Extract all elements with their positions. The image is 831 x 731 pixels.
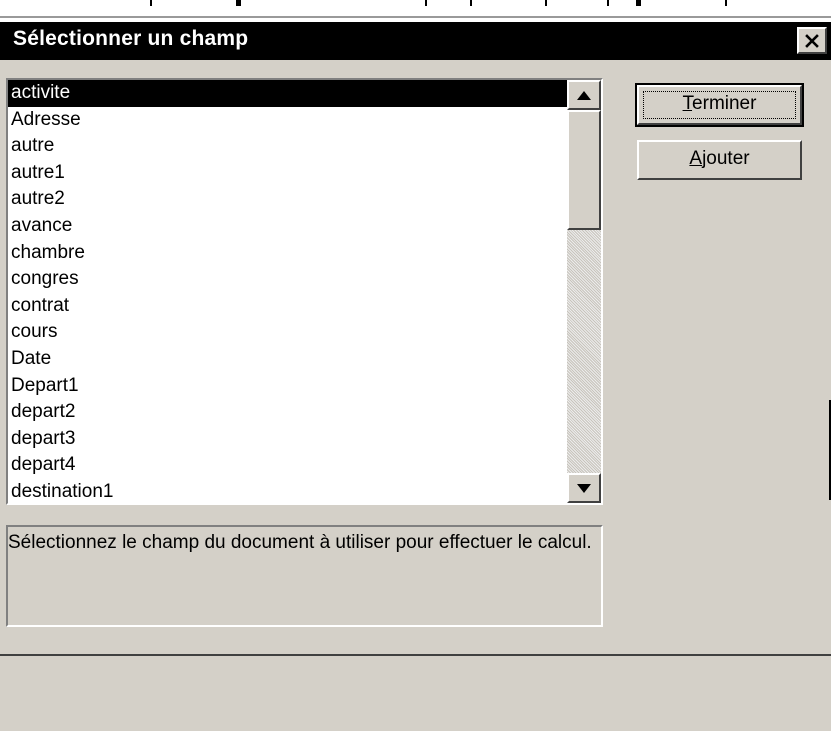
list-item[interactable]: Adresse <box>8 107 567 134</box>
add-button[interactable]: Ajouter <box>637 140 802 180</box>
list-item[interactable]: autre1 <box>8 160 567 187</box>
add-button-label: Ajouter <box>689 142 749 176</box>
vertical-scrollbar[interactable] <box>567 80 601 503</box>
triangle-up-icon <box>577 90 591 100</box>
list-item[interactable]: destination1 <box>8 479 567 503</box>
background-window-strip <box>0 0 831 22</box>
focus-rectangle <box>643 91 796 119</box>
list-item[interactable]: activite <box>8 80 567 107</box>
triangle-down-icon <box>577 483 591 493</box>
scroll-up-button[interactable] <box>567 80 601 110</box>
ruler-tick <box>470 0 472 6</box>
list-item[interactable]: autre <box>8 133 567 160</box>
list-item[interactable]: chambre <box>8 240 567 267</box>
ruler-tick <box>150 0 152 6</box>
ruler-tick <box>636 0 641 6</box>
list-item[interactable]: autre2 <box>8 186 567 213</box>
list-item[interactable]: Depart1 <box>8 373 567 400</box>
list-item[interactable]: cours <box>8 319 567 346</box>
ruler-tick <box>545 0 547 6</box>
field-listbox[interactable]: activite Adresse autre autre1 autre2 avance ch… <box>6 78 603 505</box>
scroll-down-button[interactable] <box>567 473 601 503</box>
list-item[interactable]: depart2 <box>8 399 567 426</box>
list-item[interactable]: contrat <box>8 293 567 320</box>
description-text: Sélectionnez le champ du document à util… <box>8 532 592 553</box>
list-item[interactable]: congres <box>8 266 567 293</box>
dialog-title: Sélectionner un champ <box>13 27 249 50</box>
close-button[interactable] <box>797 27 827 54</box>
close-icon <box>805 33 819 48</box>
list-item[interactable]: avance <box>8 213 567 240</box>
background-window-area <box>0 654 831 731</box>
dialog-title-bar[interactable]: Sélectionner un champ <box>0 22 831 60</box>
ruler-tick <box>236 0 241 6</box>
add-label-rest: jouter <box>702 148 750 169</box>
ruler-tick <box>425 0 427 6</box>
list-item[interactable]: depart4 <box>8 452 567 479</box>
description-box: Sélectionnez le champ du document à util… <box>6 525 603 627</box>
list-item[interactable]: depart3 <box>8 426 567 453</box>
scroll-thumb[interactable] <box>567 110 601 230</box>
add-mnemonic: A <box>689 148 703 169</box>
dialog-client-area: activite Adresse autre autre1 autre2 avance ch… <box>0 60 831 654</box>
ruler-tick <box>725 0 727 6</box>
ruler-tick <box>607 0 609 6</box>
ruler-baseline <box>0 16 831 18</box>
list-item[interactable]: Date <box>8 346 567 373</box>
field-list-items: activite Adresse autre autre1 autre2 avance ch… <box>8 80 567 503</box>
finish-button[interactable]: Terminer <box>635 83 804 127</box>
